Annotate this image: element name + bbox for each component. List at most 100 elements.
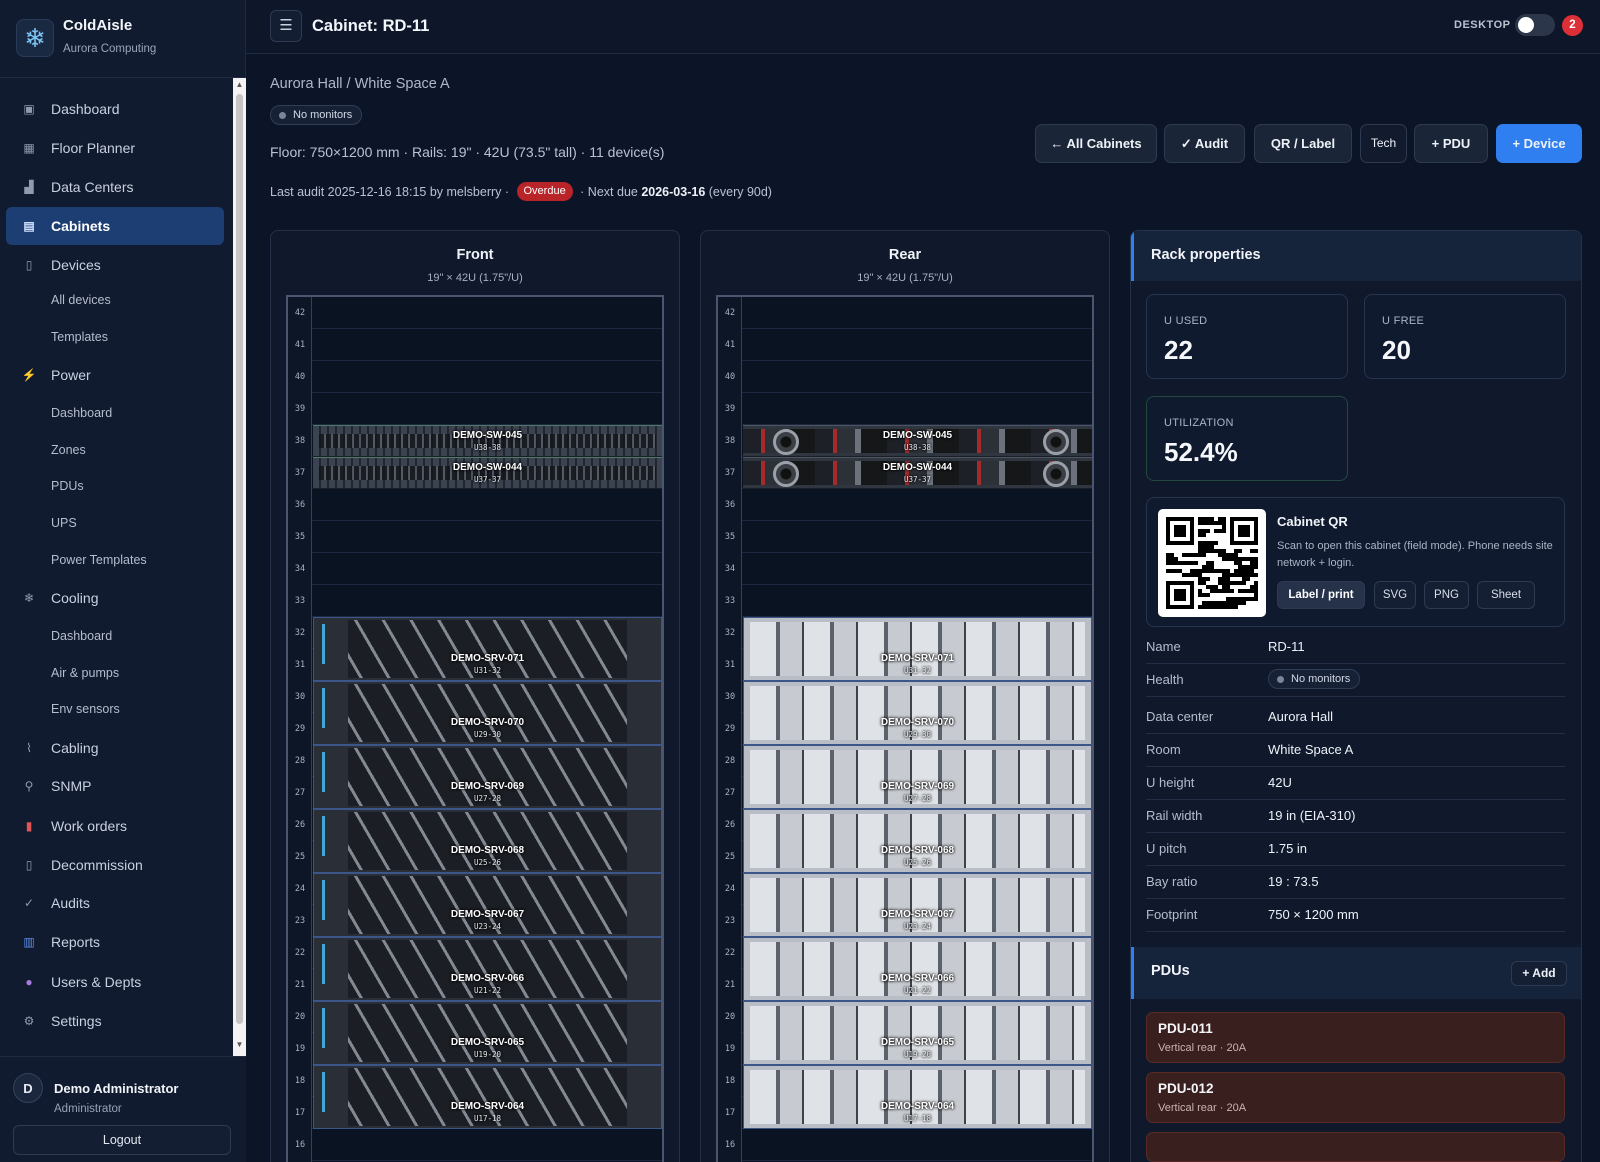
u-number: 16 [294,1140,306,1150]
snowflake-icon[interactable]: ❄ [16,19,54,57]
sidebar-sub-power-dashboard[interactable]: Dashboard [51,403,112,423]
sidebar-item-label: Data Centers [51,179,134,195]
scroll-down-icon[interactable]: ▼ [234,1040,245,1050]
sidebar-item-snmp[interactable]: ⚲ SNMP [6,767,224,805]
rack-device[interactable]: DEMO-SRV-065 U19-20 [313,1001,662,1065]
desktop-mode-toggle[interactable] [1515,14,1555,36]
topbar: ☰ Cabinet: RD-11 DESKTOP 2 [246,0,1600,54]
sidebar-item-settings[interactable]: ⚙ Settings [6,1002,224,1040]
avatar[interactable]: D [13,1073,43,1103]
monitor-status-text: No monitors [293,109,353,121]
sidebar-item-power[interactable]: ⚡ Power [6,356,224,394]
sidebar-item-floor-planner[interactable]: ▦ Floor Planner [6,129,224,167]
label-print-button[interactable]: Label / print [1277,581,1365,609]
device-name: DEMO-SRV-064 [450,1101,525,1112]
add-pdu-link-button[interactable]: + Add [1511,961,1567,986]
cabinet-qr-card: Cabinet QR Scan to open this cabinet (fi… [1146,497,1565,627]
rack-front-elevation[interactable]: 42 41 40 39 38 37 36 35 34 33 32 31 30 29 28 27 26 25 24 23… [286,295,664,1162]
u-number-column: 42 41 40 39 38 37 36 35 34 33 32 31 30 29 28 27 26 25 24 23… [718,297,742,1162]
rack-device[interactable]: DEMO-SW-044 U37-37 [743,457,1092,489]
pdu-description: Vertical rear · 20A [1158,1042,1247,1054]
rack-front-subtitle: 19" × 42U (1.75"/U) [427,272,523,284]
scroll-up-icon[interactable]: ▲ [234,80,245,90]
notification-badge[interactable]: 2 [1562,15,1583,36]
rack-device[interactable]: DEMO-SRV-064 U17-18 [313,1065,662,1129]
sidebar-item-cabling[interactable]: ⌇ Cabling [6,729,224,767]
sidebar-sub-all-devices[interactable]: All devices [51,290,111,310]
rack-rear-elevation[interactable]: 42 41 40 39 38 37 36 35 34 33 32 31 30 29 28 27 26 25 24 23… [716,295,1094,1162]
rack-device[interactable]: DEMO-SRV-069 U27-28 [313,745,662,809]
sidebar-item-audits[interactable]: ✓ Audits [6,884,224,922]
cable-icon: ⌇ [26,741,32,755]
rack-device[interactable]: DEMO-SRV-070 U29-30 [743,681,1092,745]
sidebar-sub-templates[interactable]: Templates [51,327,108,347]
rack-device[interactable]: DEMO-SRV-070 U29-30 [313,681,662,745]
rack-device[interactable]: DEMO-SRV-066 U21-22 [313,937,662,1001]
u-divider [312,392,662,393]
sidebar-item-work-orders[interactable]: ▮ Work orders [6,807,224,845]
sidebar-nav: ▣ Dashboard ▦ Floor Planner ▟ Data Centers … [0,86,233,1052]
prop-row-u-pitch: U pitch 1.75 in [1146,832,1565,866]
rack-device[interactable]: DEMO-SRV-065 U19-20 [743,1001,1092,1065]
sidebar-sub-ups[interactable]: UPS [51,513,77,533]
sidebar-sub-air-pumps[interactable]: Air & pumps [51,663,119,683]
rack-device[interactable]: DEMO-SRV-067 U23-24 [743,873,1092,937]
device-units: U25-26 [903,858,932,867]
rack-device[interactable]: DEMO-SRV-064 U17-18 [743,1065,1092,1129]
audit-button[interactable]: ✓ Audit [1164,124,1245,163]
u-number: 42 [724,308,736,318]
rack-device[interactable]: DEMO-SW-044 U37-37 [313,457,662,489]
device-units: U31-32 [473,666,502,675]
qr-label-button[interactable]: QR / Label [1254,124,1352,163]
pdu-card-partial[interactable] [1146,1132,1565,1162]
device-units: U37-37 [473,475,502,484]
sidebar-item-dashboard[interactable]: ▣ Dashboard [6,90,224,128]
pdu-card[interactable]: PDU-011 Vertical rear · 20A [1146,1012,1565,1063]
rack-device[interactable]: DEMO-SRV-068 U25-26 [743,809,1092,873]
sidebar-sub-power-templates[interactable]: Power Templates [51,550,147,570]
svg-download-button[interactable]: SVG [1374,581,1416,609]
rack-properties-header: Rack properties [1131,231,1581,281]
rack-device[interactable]: DEMO-SRV-069 U27-28 [743,745,1092,809]
png-download-button[interactable]: PNG [1424,581,1469,609]
sidebar-item-users-depts[interactable]: ● Users & Depts [6,963,224,1001]
rack-device[interactable]: DEMO-SRV-071 U31-32 [743,617,1092,681]
qr-code-graphic [1166,517,1258,609]
device-units: U25-26 [473,858,502,867]
u-number: 37 [294,468,306,478]
rack-device[interactable]: DEMO-SRV-067 U23-24 [313,873,662,937]
sheet-button[interactable]: Sheet [1477,581,1535,609]
brand-subtitle: Aurora Computing [63,43,157,55]
sidebar-sub-env-sensors[interactable]: Env sensors [51,699,120,719]
prop-key: Room [1146,742,1181,757]
sidebar-item-reports[interactable]: ▥ Reports [6,923,224,961]
rack-device[interactable]: DEMO-SRV-071 U31-32 [313,617,662,681]
add-pdu-button[interactable]: + PDU [1414,124,1488,163]
sidebar-sub-cooling-dashboard[interactable]: Dashboard [51,626,112,646]
device-units: U31-32 [903,666,932,675]
sidebar-item-decommission[interactable]: ▯ Decommission [6,846,224,884]
tech-button[interactable]: Tech [1360,124,1407,163]
hamburger-menu-icon[interactable]: ☰ [270,10,302,42]
u-number: 34 [294,564,306,574]
u-number: 31 [724,660,736,670]
rack-device[interactable]: DEMO-SRV-066 U21-22 [743,937,1092,1001]
rack-device[interactable]: DEMO-SW-045 U38-38 [313,425,662,457]
device-units: U23-24 [473,922,502,931]
sidebar-item-cabinets[interactable]: ▤ Cabinets [6,207,224,245]
rack-device[interactable]: DEMO-SRV-068 U25-26 [313,809,662,873]
audit-status-line: Last audit 2025-12-16 18:15 by melsberry… [270,182,772,201]
qr-code-icon[interactable] [1158,509,1266,617]
pdus-header: PDUs + Add [1131,947,1581,999]
sidebar-item-devices[interactable]: ▯ Devices [6,246,224,284]
sidebar-sub-zones[interactable]: Zones [51,440,86,460]
sidebar-scroll-thumb[interactable] [236,94,243,1024]
sidebar-item-cooling[interactable]: ❄ Cooling [6,579,224,617]
sidebar-sub-pdus[interactable]: PDUs [51,476,84,496]
rack-device[interactable]: DEMO-SW-045 U38-38 [743,425,1092,457]
all-cabinets-button[interactable]: ← All Cabinets [1035,124,1157,163]
logout-button[interactable]: Logout [13,1125,231,1155]
add-device-button[interactable]: + Device [1496,124,1582,163]
sidebar-item-data-centers[interactable]: ▟ Data Centers [6,168,224,206]
pdu-card[interactable]: PDU-012 Vertical rear · 20A [1146,1072,1565,1123]
